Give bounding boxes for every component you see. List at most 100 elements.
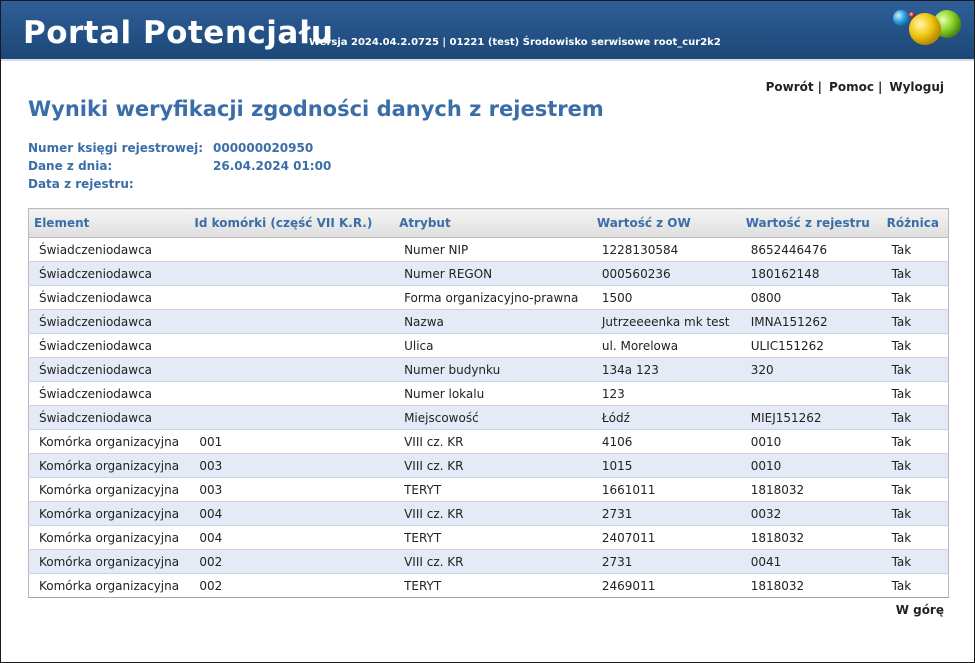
- table-body: Świadczeniodawca Numer NIP 1228130584 86524…: [28, 237, 949, 598]
- help-link[interactable]: Pomoc: [829, 80, 874, 94]
- cell-ow-value: 1228130584: [591, 237, 741, 262]
- cell-element: Świadczeniodawca: [28, 285, 190, 310]
- cell-element: Komórka organizacyjna: [28, 525, 190, 550]
- cell-ow-value: 123: [591, 381, 741, 406]
- register-number-row: Numer księgi rejestrowej: 000000020950: [28, 141, 313, 155]
- cell-ow-value: 2731: [591, 501, 741, 526]
- cell-attribute: TERYT: [394, 573, 592, 598]
- cell-element: Świadczeniodawca: [28, 405, 190, 430]
- cell-attribute: Numer REGON: [394, 261, 592, 286]
- back-link[interactable]: Powrót: [766, 80, 814, 94]
- column-header-cell-id[interactable]: Id komórki (część VII K.R.): [189, 208, 395, 238]
- registry-date-label: Data z rejestru:: [28, 177, 134, 191]
- cell-registry-value: IMNA151262: [740, 309, 882, 334]
- page-frame: Portal Potencjału Wersja 2024.04.2.0725 …: [0, 0, 975, 663]
- cell-registry-value: 0010: [740, 453, 882, 478]
- cell-attribute: TERYT: [394, 525, 592, 550]
- cell-difference: Tak: [881, 237, 949, 262]
- cell-registry-value: 180162148: [740, 261, 882, 286]
- register-number-label: Numer księgi rejestrowej:: [28, 141, 204, 155]
- cell-difference: Tak: [881, 333, 949, 358]
- cell-difference: Tak: [881, 381, 949, 406]
- cell-ow-value: 134a 123: [591, 357, 741, 382]
- cell-id: 003: [189, 477, 395, 502]
- table-header-row: Element Id komórki (część VII K.R.) Atry…: [28, 208, 949, 238]
- cell-difference: Tak: [881, 453, 949, 478]
- table-row: Świadczeniodawca Numer REGON 000560236 1801…: [28, 261, 949, 286]
- cell-attribute: Ulica: [394, 333, 592, 358]
- cell-registry-value: 0800: [740, 285, 882, 310]
- cell-difference: Tak: [881, 429, 949, 454]
- cell-element: Świadczeniodawca: [28, 381, 190, 406]
- cell-element: Komórka organizacyjna: [28, 501, 190, 526]
- cell-id: [189, 309, 395, 334]
- cell-difference: Tak: [881, 357, 949, 382]
- cell-difference: Tak: [881, 285, 949, 310]
- table-row: Świadczeniodawca Ulica ul. Morelowa ULIC151…: [28, 333, 949, 358]
- cell-ow-value: Łódź: [591, 405, 741, 430]
- cell-attribute: VIII cz. KR: [394, 429, 592, 454]
- data-date-label: Dane z dnia:: [28, 159, 113, 173]
- cell-element: Świadczeniodawca: [28, 237, 190, 262]
- app-title: Portal Potencjału: [23, 15, 334, 51]
- cell-id: [189, 285, 395, 310]
- cell-element: Świadczeniodawca: [28, 333, 190, 358]
- cell-registry-value: 0032: [740, 501, 882, 526]
- table-row: Komórka organizacyjna 003 TERYT 1661011 1818…: [28, 477, 949, 502]
- cell-attribute: Numer budynku: [394, 357, 592, 382]
- cell-difference: Tak: [881, 573, 949, 598]
- table-row: Komórka organizacyjna 002 VIII cz. KR 2731 0…: [28, 549, 949, 574]
- cell-id: [189, 333, 395, 358]
- app-header: Portal Potencjału Wersja 2024.04.2.0725 …: [1, 1, 974, 61]
- column-header-difference[interactable]: Różnica: [881, 208, 949, 238]
- cell-registry-value: ULIC151262: [740, 333, 882, 358]
- cell-attribute: VIII cz. KR: [394, 453, 592, 478]
- column-header-ow-value[interactable]: Wartość z OW: [591, 208, 741, 238]
- cell-attribute: VIII cz. KR: [394, 549, 592, 574]
- table-row: Komórka organizacyjna 001 VIII cz. KR 4106 0…: [28, 429, 949, 454]
- column-header-element[interactable]: Element: [28, 208, 190, 238]
- cell-id: 003: [189, 453, 395, 478]
- cell-id: 002: [189, 549, 395, 574]
- cell-element: Świadczeniodawca: [28, 261, 190, 286]
- cell-registry-value: 0010: [740, 429, 882, 454]
- cell-attribute: Numer NIP: [394, 237, 592, 262]
- cell-attribute: Miejscowość: [394, 405, 592, 430]
- table-row: Świadczeniodawca Forma organizacyjno-praw…: [28, 285, 949, 310]
- cell-attribute: Nazwa: [394, 309, 592, 334]
- cell-element: Świadczeniodawca: [28, 357, 190, 382]
- table-row: Komórka organizacyjna 002 TERYT 2469011 1818…: [28, 573, 949, 598]
- table-row: Komórka organizacyjna 004 TERYT 2407011 1818…: [28, 525, 949, 550]
- cell-difference: Tak: [881, 477, 949, 502]
- back-to-top-link[interactable]: W górę: [896, 603, 944, 617]
- cell-registry-value: 8652446476: [740, 237, 882, 262]
- page-title: Wyniki weryfikacji zgodności danych z re…: [28, 97, 604, 121]
- cell-ow-value: 1661011: [591, 477, 741, 502]
- cell-id: [189, 261, 395, 286]
- cell-ow-value: 1500: [591, 285, 741, 310]
- cell-registry-value: 1818032: [740, 477, 882, 502]
- cell-ow-value: 1015: [591, 453, 741, 478]
- cell-difference: Tak: [881, 549, 949, 574]
- column-header-attribute[interactable]: Atrybut: [394, 208, 592, 238]
- logout-link[interactable]: Wyloguj: [889, 80, 944, 94]
- table-row: Komórka organizacyjna 004 VIII cz. KR 2731 0…: [28, 501, 949, 526]
- cell-ow-value: 4106: [591, 429, 741, 454]
- cell-element: Świadczeniodawca: [28, 309, 190, 334]
- cell-registry-value: 0041: [740, 549, 882, 574]
- table-row: Świadczeniodawca Nazwa Jutrzeeeenka mk tes…: [28, 309, 949, 334]
- column-header-registry-value[interactable]: Wartość z rejestru: [740, 208, 882, 238]
- cell-element: Komórka organizacyjna: [28, 429, 190, 454]
- table-row: Komórka organizacyjna 003 VIII cz. KR 1015 0…: [28, 453, 949, 478]
- nav-separator: |: [817, 80, 823, 94]
- table-row: Świadczeniodawca Numer lokalu 123 Tak: [28, 381, 949, 406]
- table-row: Świadczeniodawca Miejscowość Łódź MIEJ15126…: [28, 405, 949, 430]
- cell-registry-value: [740, 381, 882, 406]
- cell-element: Komórka organizacyjna: [28, 573, 190, 598]
- cell-attribute: TERYT: [394, 477, 592, 502]
- data-date-row: Dane z dnia: 26.04.2024 01:00: [28, 159, 331, 173]
- cell-registry-value: 320: [740, 357, 882, 382]
- cell-ow-value: 000560236: [591, 261, 741, 286]
- cell-element: Komórka organizacyjna: [28, 453, 190, 478]
- cell-registry-value: 1818032: [740, 573, 882, 598]
